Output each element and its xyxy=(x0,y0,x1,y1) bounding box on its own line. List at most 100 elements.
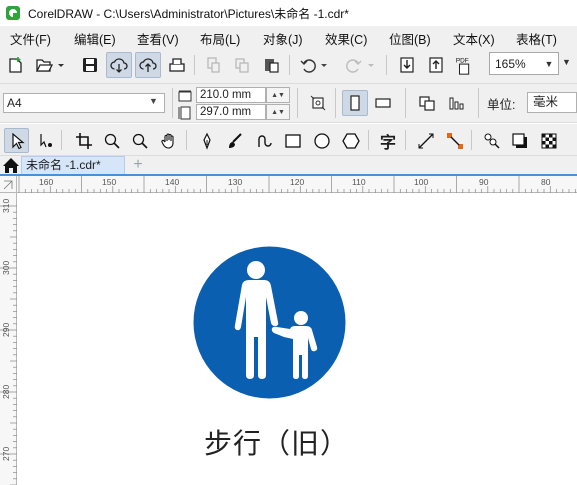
menu-text[interactable]: 文本(X) xyxy=(453,29,495,48)
cut-button[interactable] xyxy=(201,53,225,77)
blend-tool-button[interactable] xyxy=(480,129,504,153)
page-width-icon xyxy=(178,90,192,102)
pointer-arrow-icon xyxy=(11,132,25,149)
brush-icon xyxy=(229,133,242,148)
horizontal-ruler[interactable]: 160 150 140 130 120 110 100 90 80 xyxy=(17,176,577,193)
ruler-origin-icon xyxy=(3,180,13,190)
parallel-dimension-tool-button[interactable] xyxy=(414,129,438,153)
menu-edit[interactable]: 编辑(E) xyxy=(74,29,116,48)
zoom-dropdown-button[interactable]: ▼ xyxy=(540,53,558,74)
menu-view[interactable]: 查看(V) xyxy=(137,29,179,48)
page-height-value: 297.0 mm xyxy=(200,106,252,118)
chevron-down-icon: ▼ xyxy=(544,58,554,69)
chevron-down-icon: ▼ xyxy=(562,57,571,67)
spinner-arrows-icon: ▲▼ xyxy=(271,108,285,116)
chevron-down-icon: ▼ xyxy=(149,96,158,106)
current-page-size-button[interactable] xyxy=(444,91,468,115)
drop-shadow-tool-button[interactable] xyxy=(508,129,532,153)
standard-toolbar: PDF 165% ▼ ▼ xyxy=(0,47,577,84)
ruler-tick-label: 100 xyxy=(414,177,429,187)
tab-document[interactable]: 未命名 -1.cdr* xyxy=(21,156,125,174)
landscape-orientation-button[interactable] xyxy=(371,91,395,115)
ruler-tick-label: 150 xyxy=(102,177,117,187)
open-dropdown-button[interactable] xyxy=(55,53,67,77)
chevron-down-icon xyxy=(58,64,64,67)
freehand-tool-button[interactable] xyxy=(195,129,219,153)
print-button[interactable] xyxy=(165,53,189,77)
rectangle-tool-button[interactable] xyxy=(281,129,305,153)
cloud-upload-button[interactable] xyxy=(135,52,161,78)
portrait-orientation-button[interactable] xyxy=(342,90,368,116)
undo-button[interactable] xyxy=(296,53,320,77)
new-tab-button[interactable]: + xyxy=(129,156,147,174)
cloud-download-button[interactable] xyxy=(106,52,132,78)
sign-caption[interactable]: 步行（旧） xyxy=(204,422,349,462)
units-select[interactable]: 毫米 xyxy=(527,92,577,113)
export-button[interactable] xyxy=(424,53,448,77)
zoom-out-tool-button[interactable] xyxy=(128,129,152,153)
page-height-spinner[interactable]: ▲▼ xyxy=(266,104,290,120)
save-icon xyxy=(83,58,97,72)
undo-dropdown-button[interactable] xyxy=(318,53,330,77)
import-icon xyxy=(400,57,414,73)
toolbar-separator xyxy=(186,130,187,150)
page-height-field[interactable]: 297.0 mm xyxy=(196,104,266,120)
ruler-origin[interactable] xyxy=(0,176,17,193)
toolbar-separator xyxy=(289,55,290,75)
page-width-field[interactable]: 210.0 mm xyxy=(196,87,266,103)
hand-icon xyxy=(161,133,174,149)
new-document-button[interactable] xyxy=(4,53,28,77)
toolbar-separator xyxy=(478,88,479,118)
menu-layout[interactable]: 布局(L) xyxy=(200,29,240,48)
menu-bitmaps[interactable]: 位图(B) xyxy=(389,29,431,48)
vertical-ruler[interactable]: 310 300 290 280 270 xyxy=(0,193,17,485)
menu-file[interactable]: 文件(F) xyxy=(10,29,51,48)
artistic-media-tool-button[interactable] xyxy=(223,129,247,153)
zoom-tool-button[interactable] xyxy=(100,129,124,153)
ruler-tick-label: 160 xyxy=(39,177,54,187)
publish-pdf-button[interactable]: PDF xyxy=(453,53,477,77)
pan-tool-button[interactable] xyxy=(157,129,181,153)
transparency-tool-button[interactable] xyxy=(537,129,561,153)
page-size-select[interactable]: A4 xyxy=(3,93,165,113)
dimension-line-icon xyxy=(418,133,434,149)
all-pages-button[interactable] xyxy=(306,91,330,115)
menu-effects[interactable]: 效果(C) xyxy=(325,29,367,48)
polygon-tool-button[interactable] xyxy=(339,129,363,153)
connector-icon xyxy=(447,133,463,149)
ellipse-tool-button[interactable] xyxy=(310,129,334,153)
cloud-upload-icon xyxy=(139,58,157,72)
ruler-tick-label: 90 xyxy=(479,177,489,187)
redo-dropdown-button[interactable] xyxy=(365,53,377,77)
pedestrian-sign[interactable] xyxy=(192,245,347,400)
pen-nib-icon xyxy=(203,132,211,150)
new-document-icon xyxy=(9,57,22,73)
toolbar-separator xyxy=(172,88,173,118)
menu-table[interactable]: 表格(T) xyxy=(516,29,557,48)
pick-tool-button[interactable] xyxy=(4,128,29,153)
redo-button[interactable] xyxy=(342,53,366,77)
copy-button[interactable] xyxy=(230,53,254,77)
welcome-home-button[interactable] xyxy=(2,157,20,174)
toolbar-overflow-button[interactable]: ▼ xyxy=(562,57,571,67)
multi-page-icon xyxy=(419,96,435,111)
save-button[interactable] xyxy=(78,53,102,77)
print-icon xyxy=(169,58,185,72)
paste-button[interactable] xyxy=(259,53,283,77)
open-button[interactable] xyxy=(32,53,56,77)
cloud-download-icon xyxy=(110,58,128,73)
page-width-spinner[interactable]: ▲▼ xyxy=(266,87,290,103)
shape-tool-button[interactable] xyxy=(34,129,58,153)
connector-tool-button[interactable] xyxy=(443,129,467,153)
all-pages-size-button[interactable] xyxy=(415,91,439,115)
crop-tool-button[interactable] xyxy=(72,129,96,153)
chevron-down-icon xyxy=(321,64,327,67)
crop-icon xyxy=(76,133,92,149)
menu-object[interactable]: 对象(J) xyxy=(263,29,303,48)
curve-tool-button[interactable] xyxy=(252,129,276,153)
text-tool-button[interactable]: 字 xyxy=(376,129,400,153)
undo-icon xyxy=(300,59,316,73)
page-layout-icon xyxy=(310,95,326,111)
import-button[interactable] xyxy=(395,53,419,77)
toolbar-separator xyxy=(471,130,472,150)
